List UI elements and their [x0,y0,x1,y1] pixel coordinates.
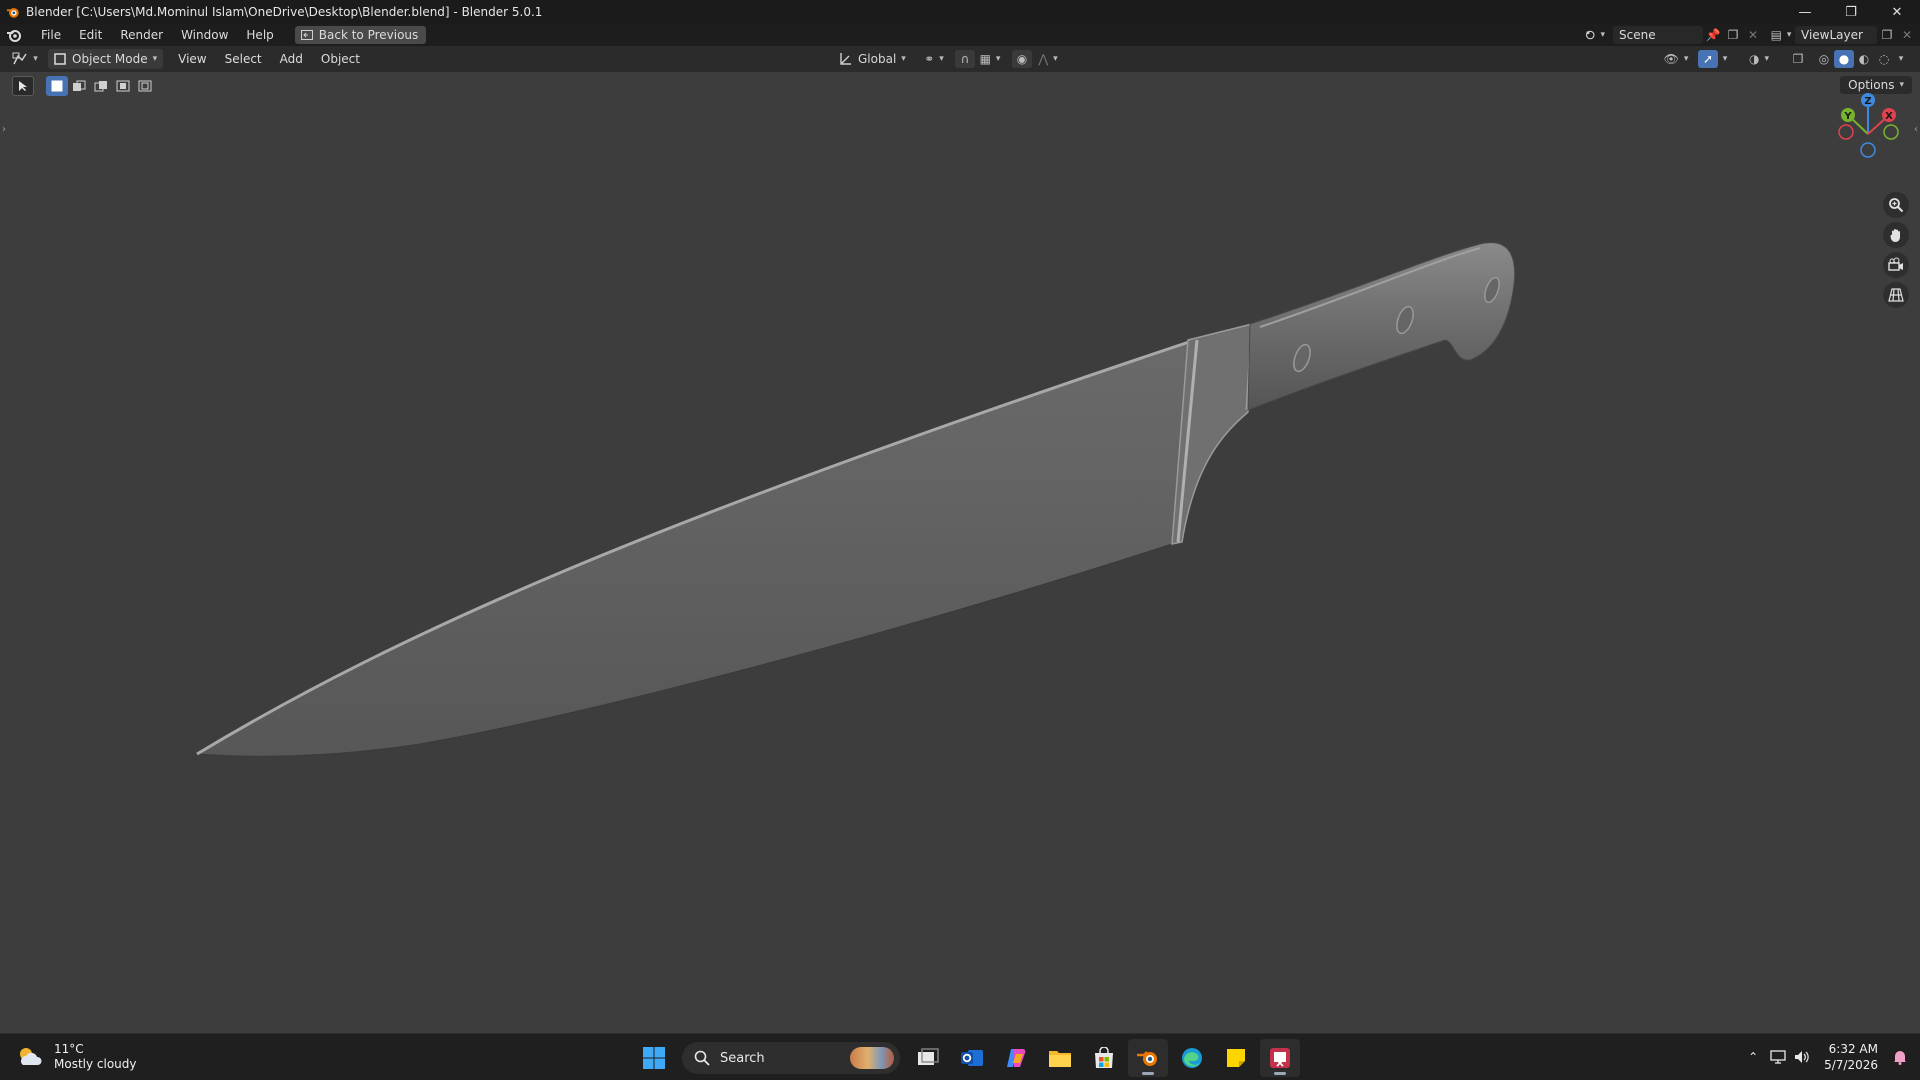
back-to-previous-label: Back to Previous [318,28,419,42]
scene-field[interactable]: Scene [1613,26,1703,44]
file-explorer-icon[interactable] [1040,1039,1080,1077]
wireframe-shading-icon[interactable]: ◎ [1814,50,1834,68]
clock[interactable]: 6:32 AM 5/7/2026 [1824,1041,1878,1073]
snipping-tool-icon[interactable] [1260,1039,1300,1077]
gizmo-x-label: X [1885,111,1893,122]
viewport-header: ▾ Object Mode ▾ View Select Add Object G… [0,46,1920,72]
solid-shading-icon[interactable]: ● [1834,50,1854,68]
scene-selector-group: ▾ Scene 📌 ❐ ✕ ▤ ▾ ViewLayer ❐ ✕ [1585,24,1917,46]
outlook-icon[interactable] [952,1039,992,1077]
rendered-shading-icon[interactable]: ◌ [1874,50,1894,68]
view-layer-name: ViewLayer [1801,28,1863,42]
menu-file[interactable]: File [32,24,70,46]
weather-widget[interactable]: 11°C Mostly cloudy [16,1042,137,1072]
mode-label: Object Mode [72,52,148,66]
clock-time: 6:32 AM [1828,1042,1878,1056]
search-icon [694,1050,710,1066]
orientation-icon [840,53,851,65]
object-visibility-icon[interactable]: 👁 ▾ [1662,50,1690,68]
store-icon[interactable] [1084,1039,1124,1077]
blender-icon[interactable] [1128,1039,1168,1077]
title-bar: Blender [C:\Users\Md.Mominul Islam\OneDr… [0,0,1920,24]
menu-select[interactable]: Select [216,52,271,66]
editor-type-icon[interactable]: ▾ [10,50,40,68]
delete-view-layer-icon[interactable]: ✕ [1897,26,1917,44]
gizmo-neg-x-axis[interactable] [1838,124,1854,140]
overlays-icon[interactable]: ◑ ▾ [1744,50,1774,68]
task-view-icon[interactable] [908,1039,948,1077]
blender-menu-icon[interactable] [6,27,22,43]
view-layer-browse-icon[interactable]: ▤ ▾ [1771,26,1792,44]
close-icon[interactable]: ✕ [1874,0,1920,24]
edge-icon[interactable] [1172,1039,1212,1077]
search-highlight-image [850,1047,894,1069]
menu-render[interactable]: Render [111,24,172,46]
material-shading-icon[interactable]: ◐ [1854,50,1874,68]
3d-viewport[interactable]: Options ▾ › ‹ Z Y X [0,72,1920,1033]
menu-object[interactable]: Object [312,52,369,66]
menu-help[interactable]: Help [237,24,282,46]
menu-edit[interactable]: Edit [70,24,111,46]
delete-scene-icon[interactable]: ✕ [1743,26,1763,44]
start-icon[interactable] [634,1039,674,1077]
scene-browse-icon[interactable]: ▾ [1585,26,1605,44]
pin-scene-icon[interactable]: 📌 [1703,26,1723,44]
scene-name: Scene [1619,28,1656,42]
gizmo-dropdown-icon[interactable]: ▾ [1718,50,1732,68]
proportional-editing-icon[interactable]: ◉ [1012,50,1032,68]
pan-hand-icon[interactable] [1883,222,1909,248]
back-icon [300,30,313,40]
gizmo-neg-z-axis[interactable] [1860,142,1876,158]
shading-dropdown-icon[interactable]: ▾ [1894,50,1908,68]
top-menu-bar: File Edit Render Window Help Back to Pre… [0,24,1920,46]
sticky-notes-icon[interactable] [1216,1039,1256,1077]
blender-app-icon [6,7,19,18]
gizmo-neg-y-axis[interactable] [1883,124,1899,140]
cloudy-weather-icon [20,1048,42,1065]
view-layer-field[interactable]: ViewLayer [1795,26,1877,44]
proportional-falloff-icon[interactable]: ⋀ ▾ [1034,50,1062,68]
volume-icon[interactable] [1790,1048,1814,1066]
navigation-gizmo[interactable]: Z Y X [1830,90,1914,174]
new-view-layer-icon[interactable]: ❐ [1877,26,1897,44]
copilot-icon[interactable] [996,1039,1036,1077]
new-scene-icon[interactable]: ❐ [1723,26,1743,44]
object-mode-icon [54,53,66,65]
mode-selector[interactable]: Object Mode ▾ [48,49,164,69]
menu-window[interactable]: Window [172,24,237,46]
taskbar-search-box[interactable]: Search [682,1042,900,1074]
minimize-icon[interactable]: — [1782,0,1828,24]
taskbar-apps: Search [632,1039,1302,1077]
show-hidden-icons-chevron-icon[interactable]: ⌃ [1740,1048,1766,1066]
menu-view[interactable]: View [169,52,215,66]
weather-temp: 11°C [54,1042,84,1056]
back-to-previous-button[interactable]: Back to Previous [294,26,427,44]
zoom-icon[interactable] [1883,192,1909,218]
knife-handle [1247,242,1516,411]
window-title: Blender [C:\Users\Md.Mominul Islam\OneDr… [26,5,543,19]
network-icon[interactable] [1766,1048,1790,1066]
gizmo-z-label: Z [1864,96,1871,107]
menu-add[interactable]: Add [271,52,312,66]
window-controls: — ❐ ✕ [1782,0,1920,24]
perspective-toggle-icon[interactable] [1883,282,1909,308]
snap-target-icon[interactable]: ▦ ▾ [976,50,1004,68]
system-tray: ⌃ 6:32 AM 5/7/2026 [1740,1034,1910,1080]
search-label: Search [720,1050,765,1066]
notification-bell-icon[interactable] [1890,1048,1910,1066]
clock-date: 5/7/2026 [1824,1058,1878,1072]
camera-view-icon[interactable] [1883,252,1909,278]
chef-knife-model[interactable] [0,72,1920,1033]
snap-toggle-icon[interactable]: ∩ [955,50,975,68]
orientation-label: Global [858,52,897,66]
windows-taskbar: 11°C Mostly cloudy Search ⌃ 6:32 AM 5/7/… [0,1033,1920,1080]
transform-orientation-selector[interactable]: Global ▾ [838,49,906,69]
knife-blade [195,339,1196,757]
restore-icon[interactable]: ❐ [1828,0,1874,24]
weather-desc: Mostly cloudy [54,1057,137,1071]
xray-toggle-icon[interactable]: ❐ [1788,50,1808,68]
gizmo-toggle-icon[interactable]: ➚ [1698,50,1718,68]
gizmo-y-label: Y [1843,111,1852,122]
pivot-point-icon[interactable]: ⚭ ▾ [920,50,948,68]
